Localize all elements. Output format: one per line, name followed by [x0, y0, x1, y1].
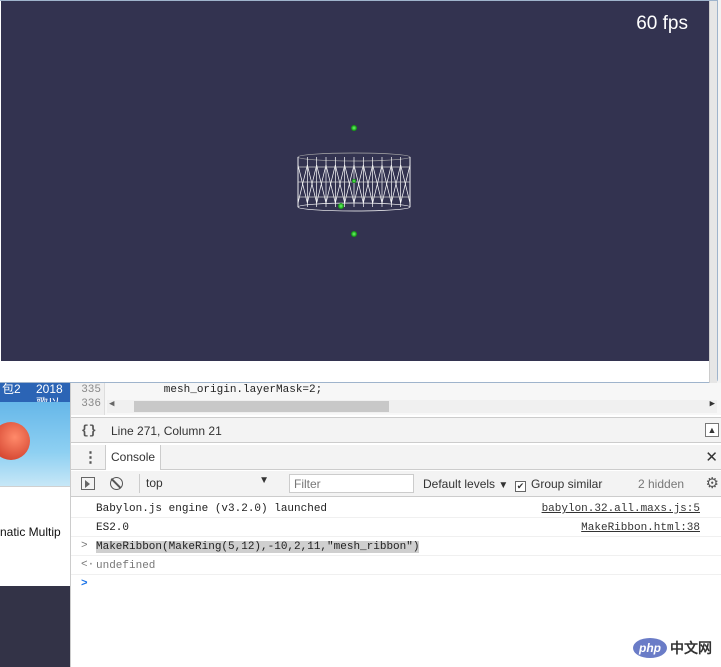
source-editor[interactable]: 335 336 mesh_origin.layerMask=2; ◀ ▶: [71, 383, 721, 415]
console-result: <· undefined: [71, 556, 721, 575]
gear-icon[interactable]: ⚙: [706, 474, 719, 492]
green-point-top: [351, 125, 357, 131]
desktop-item-2[interactable]: 2018 歌以: [34, 380, 70, 410]
result-text: undefined: [96, 560, 156, 572]
command-text[interactable]: MakeRibbon(MakeRing(5,12),-10,2,11,"mesh…: [96, 541, 420, 553]
group-similar-checkbox[interactable]: ✔ Group similar: [515, 477, 602, 492]
console-messages: Babylon.js engine (v3.2.0) launched baby…: [71, 497, 721, 667]
devtools-panel: 335 336 mesh_origin.layerMask=2; ◀ ▶ {} …: [70, 383, 721, 667]
levels-arrow-icon: ▼: [498, 480, 509, 491]
scroll-right-icon[interactable]: ▶: [710, 399, 715, 409]
console-message: Babylon.js engine (v3.2.0) launched baby…: [71, 499, 721, 518]
more-tools-icon[interactable]: ⋮: [83, 448, 98, 466]
cursor-position: Line 271, Column 21: [111, 424, 222, 438]
console-message: ES2.0 MakeRibbon.html:38: [71, 518, 721, 537]
editor-status-bar: {} Line 271, Column 21 ▲: [71, 417, 721, 443]
php-logo: php: [633, 638, 667, 658]
desktop-background: 包2 2018 歌以 natic Multip: [0, 360, 70, 667]
message-source-link[interactable]: babylon.32.all.maxs.js:5: [542, 503, 700, 515]
browser-window: 60 fps: [0, 0, 718, 384]
watermark-site: 中文网: [670, 640, 712, 656]
log-levels-label: Default levels: [423, 477, 496, 491]
green-point-center: [352, 179, 356, 183]
context-select[interactable]: top ▼: [139, 474, 275, 493]
desktop-app-label[interactable]: natic Multip: [0, 525, 70, 539]
console-toolbar: top ▼ Default levels ▼ ✔ Group similar 2 …: [71, 471, 721, 497]
window-scrollbar[interactable]: [709, 1, 717, 384]
clear-console-icon[interactable]: [110, 477, 123, 490]
code-line-335[interactable]: mesh_origin.layerMask=2;: [111, 383, 322, 397]
console-sidebar-icon[interactable]: [81, 477, 95, 490]
line-number-335: 335: [81, 384, 101, 396]
message-text: Babylon.js engine (v3.2.0) launched: [96, 503, 328, 515]
line-number-336: 336: [81, 398, 101, 410]
input-prompt-icon: >: [81, 540, 88, 552]
checkbox-checked-icon: ✔: [515, 481, 526, 492]
console-command: > MakeRibbon(MakeRing(5,12),-10,2,11,"me…: [71, 537, 721, 556]
group-similar-label: Group similar: [531, 477, 603, 491]
result-arrow-icon: <·: [81, 559, 95, 571]
pretty-print-icon[interactable]: {}: [81, 423, 97, 438]
context-select-value: top: [146, 476, 163, 490]
render-canvas[interactable]: 60 fps: [1, 1, 710, 361]
horizontal-scrollbar[interactable]: ◀ ▶: [107, 399, 717, 413]
chevron-down-icon: ▼: [259, 475, 269, 486]
fps-counter: 60 fps: [636, 13, 688, 34]
scrollbar-thumb[interactable]: [134, 401, 389, 412]
desktop-item-1[interactable]: 包2: [0, 380, 34, 402]
show-drawer-icon[interactable]: ▲: [705, 423, 719, 437]
prompt-caret-icon: >: [81, 578, 88, 590]
message-source-link[interactable]: MakeRibbon.html:38: [581, 522, 700, 534]
scene-svg: [297, 125, 411, 237]
message-text: ES2.0: [96, 522, 130, 534]
green-point-bottom: [351, 231, 357, 237]
screen: 包2 2018 歌以 natic Multip: [0, 0, 721, 667]
line-gutter: 335 336: [71, 383, 105, 415]
console-prompt[interactable]: >: [71, 575, 721, 655]
hidden-count: 2 hidden: [638, 477, 685, 491]
filter-input[interactable]: [289, 474, 414, 493]
close-drawer-icon[interactable]: ✕: [705, 448, 718, 466]
green-point-ring: [338, 203, 344, 209]
scroll-left-icon[interactable]: ◀: [109, 399, 114, 409]
tab-console[interactable]: Console: [105, 445, 162, 470]
drawer-tab-bar: ⋮ Console ✕: [71, 445, 721, 470]
log-levels-dropdown[interactable]: Default levels ▼: [423, 477, 508, 491]
php-watermark: php 中文网: [633, 636, 713, 660]
